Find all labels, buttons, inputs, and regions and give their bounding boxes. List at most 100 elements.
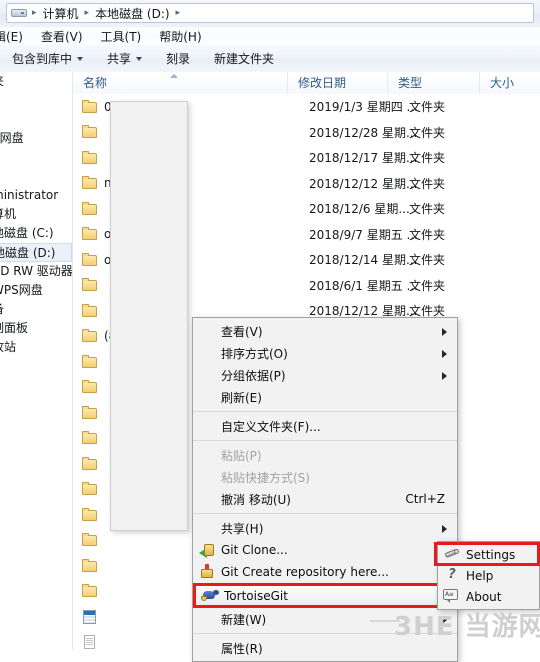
menu-item-11[interactable]: 共享(H) xyxy=(193,517,457,539)
menu-item-3[interactable]: 刷新(E) xyxy=(193,386,457,408)
file-type: 文件夹 xyxy=(409,253,446,268)
tortoisegit-submenu[interactable]: Settings? Help A≡ About xyxy=(437,541,540,610)
menu-item-2[interactable]: 分组依据(P) xyxy=(193,364,457,386)
sidebar-item-7[interactable]: 算机 xyxy=(0,205,72,224)
menu-item-8: 粘贴快捷方式(S) xyxy=(193,466,457,488)
toolbar-include-in-library[interactable]: 包含到库中 xyxy=(0,50,95,67)
folder-icon xyxy=(82,226,98,242)
file-modified-date: 2018/12/28 星期... xyxy=(309,125,418,140)
menu-separator xyxy=(193,440,457,441)
column-header-1[interactable]: 修改日期 xyxy=(287,72,387,94)
git-clone-icon xyxy=(193,539,221,561)
file-type: 文件夹 xyxy=(409,227,446,242)
folder-icon xyxy=(82,379,98,395)
sidebar-item-1[interactable] xyxy=(0,91,72,110)
sort-ascending-icon xyxy=(170,74,178,78)
folder-icon xyxy=(82,303,98,319)
sidebar-item-0[interactable]: 夹 xyxy=(0,72,72,91)
column-header-2[interactable]: 类型 xyxy=(387,72,479,94)
address-field[interactable]: ▸ 计算机 ▸ 本地磁盘 (D:) ▸ xyxy=(6,3,534,23)
toolbar-new-folder-label: 新建文件夹 xyxy=(214,52,275,66)
menu-item-5[interactable]: 自定义文件夹(F)... xyxy=(193,415,457,437)
folder-icon xyxy=(82,150,98,166)
file-modified-date: 2018/12/6 星期... xyxy=(309,202,410,217)
menu-item-label: 排序方式(O) xyxy=(221,346,288,361)
menu-item-1[interactable]: 排序方式(O) xyxy=(193,342,457,364)
menu-icon-slot xyxy=(193,517,221,539)
sidebar-item-9[interactable]: 地磁盘 (D:) xyxy=(0,243,72,262)
sidebar-item-label: 地磁盘 (C:) xyxy=(0,226,54,240)
menu-item-14[interactable]: TortoiseGit xyxy=(193,583,457,608)
about-info-icon: A≡ xyxy=(438,586,466,608)
sidebar-item-14[interactable]: 收站 xyxy=(0,338,72,357)
menu-item-label: TortoiseGit xyxy=(224,588,288,603)
menu-item-label: 共享(H) xyxy=(221,521,264,536)
sidebar-item-label: ministrator xyxy=(0,188,59,202)
navigation-pane[interactable]: 夹 S网盘 ministrator 算机地磁盘 (C:) 地磁盘 (D:) VD RW 驱… xyxy=(0,72,73,650)
breadcrumb-computer[interactable]: 计算机 xyxy=(40,5,82,22)
folder-icon xyxy=(82,558,98,574)
folder-icon xyxy=(82,430,98,446)
name-column-overlay-panel xyxy=(110,101,188,531)
column-header-0[interactable]: 名称 xyxy=(73,72,287,94)
menu-icon-slot xyxy=(193,466,221,488)
column-header-label: 名称 xyxy=(83,76,108,90)
submenu-item-0[interactable]: Settings xyxy=(438,544,539,565)
breadcrumb-separator-2[interactable]: ▸ xyxy=(173,8,184,18)
sidebar-item-6[interactable]: ministrator xyxy=(0,186,72,205)
submenu-item-1[interactable]: ? Help xyxy=(438,565,539,586)
breadcrumb-separator-1: ▸ xyxy=(84,8,90,18)
toolbar-include-in-library-label: 包含到库中 xyxy=(12,52,73,66)
file-modified-date: 2018/12/17 星期... xyxy=(309,151,418,166)
menu-icon-slot xyxy=(193,637,221,659)
sidebar-item-5[interactable] xyxy=(0,167,72,186)
menu-item-0[interactable]: 查看(V) xyxy=(193,320,457,342)
sidebar-item-12[interactable]: 备 xyxy=(0,300,72,319)
submenu-item-2[interactable]: A≡ About xyxy=(438,586,539,607)
menu-help[interactable]: 帮助(H) xyxy=(150,28,210,45)
sidebar-item-2[interactable] xyxy=(0,110,72,129)
toolbar-burn[interactable]: 刻录 xyxy=(154,50,202,67)
sidebar-item-label: 备 xyxy=(0,302,4,316)
file-modified-date: 2019/1/3 星期四 ... xyxy=(309,100,418,115)
menu-view[interactable]: 查看(V) xyxy=(32,28,92,45)
toolbar: 包含到库中 共享 刻录 新建文件夹 xyxy=(0,45,540,73)
watermark: 3HE 当游网 xyxy=(394,612,540,642)
sidebar-item-11[interactable]: WPS网盘 xyxy=(0,281,72,300)
menu-icon-slot xyxy=(193,320,221,342)
toolbar-share-label: 共享 xyxy=(107,52,132,66)
menu-icon-slot xyxy=(193,488,221,510)
toolbar-new-folder[interactable]: 新建文件夹 xyxy=(202,50,286,67)
submenu-item-label: About xyxy=(466,589,502,604)
menu-tools[interactable]: 工具(T) xyxy=(92,28,151,45)
file-type: 文件夹 xyxy=(409,125,446,140)
breadcrumb-local-disk-d[interactable]: 本地磁盘 (D:) xyxy=(92,5,172,22)
menu-item-9[interactable]: 撤消 移动(U) Ctrl+Z xyxy=(193,488,457,510)
column-header-3[interactable]: 大小 xyxy=(479,72,540,94)
file-modified-date: 2018/12/14 星期... xyxy=(309,253,418,268)
folder-icon xyxy=(82,99,98,115)
breadcrumb-separator-0: ▸ xyxy=(32,8,37,18)
toolbar-share[interactable]: 共享 xyxy=(95,50,154,67)
sidebar-item-10[interactable]: VD RW 驱动器 ( xyxy=(0,262,72,281)
sidebar-item-3[interactable]: S网盘 xyxy=(0,129,72,148)
folder-icon xyxy=(82,201,98,217)
sidebar-item-8[interactable]: 地磁盘 (C:) xyxy=(0,224,72,243)
drive-icon xyxy=(11,7,27,19)
menu-item-label: Git Clone... xyxy=(221,543,288,557)
file-modified-date: 2018/9/7 星期五 ... xyxy=(309,227,418,242)
menu-item-12[interactable]: Git Clone... xyxy=(193,539,457,561)
sidebar-item-label: 收站 xyxy=(0,340,17,354)
column-header-label: 修改日期 xyxy=(298,76,347,90)
folder-icon xyxy=(82,456,98,472)
menu-edit[interactable]: 辑(E) xyxy=(0,28,32,45)
folder-icon xyxy=(82,328,98,344)
menu-item-13[interactable]: Git Create repository here... xyxy=(193,561,457,583)
folder-icon xyxy=(82,124,98,140)
menu-item-label: 分组依据(P) xyxy=(221,368,286,383)
sidebar-item-label: 制面板 xyxy=(0,321,29,335)
menu-item-shortcut: Ctrl+Z xyxy=(405,492,445,506)
folder-icon xyxy=(82,277,98,293)
sidebar-item-13[interactable]: 制面板 xyxy=(0,319,72,338)
sidebar-item-4[interactable] xyxy=(0,148,72,167)
